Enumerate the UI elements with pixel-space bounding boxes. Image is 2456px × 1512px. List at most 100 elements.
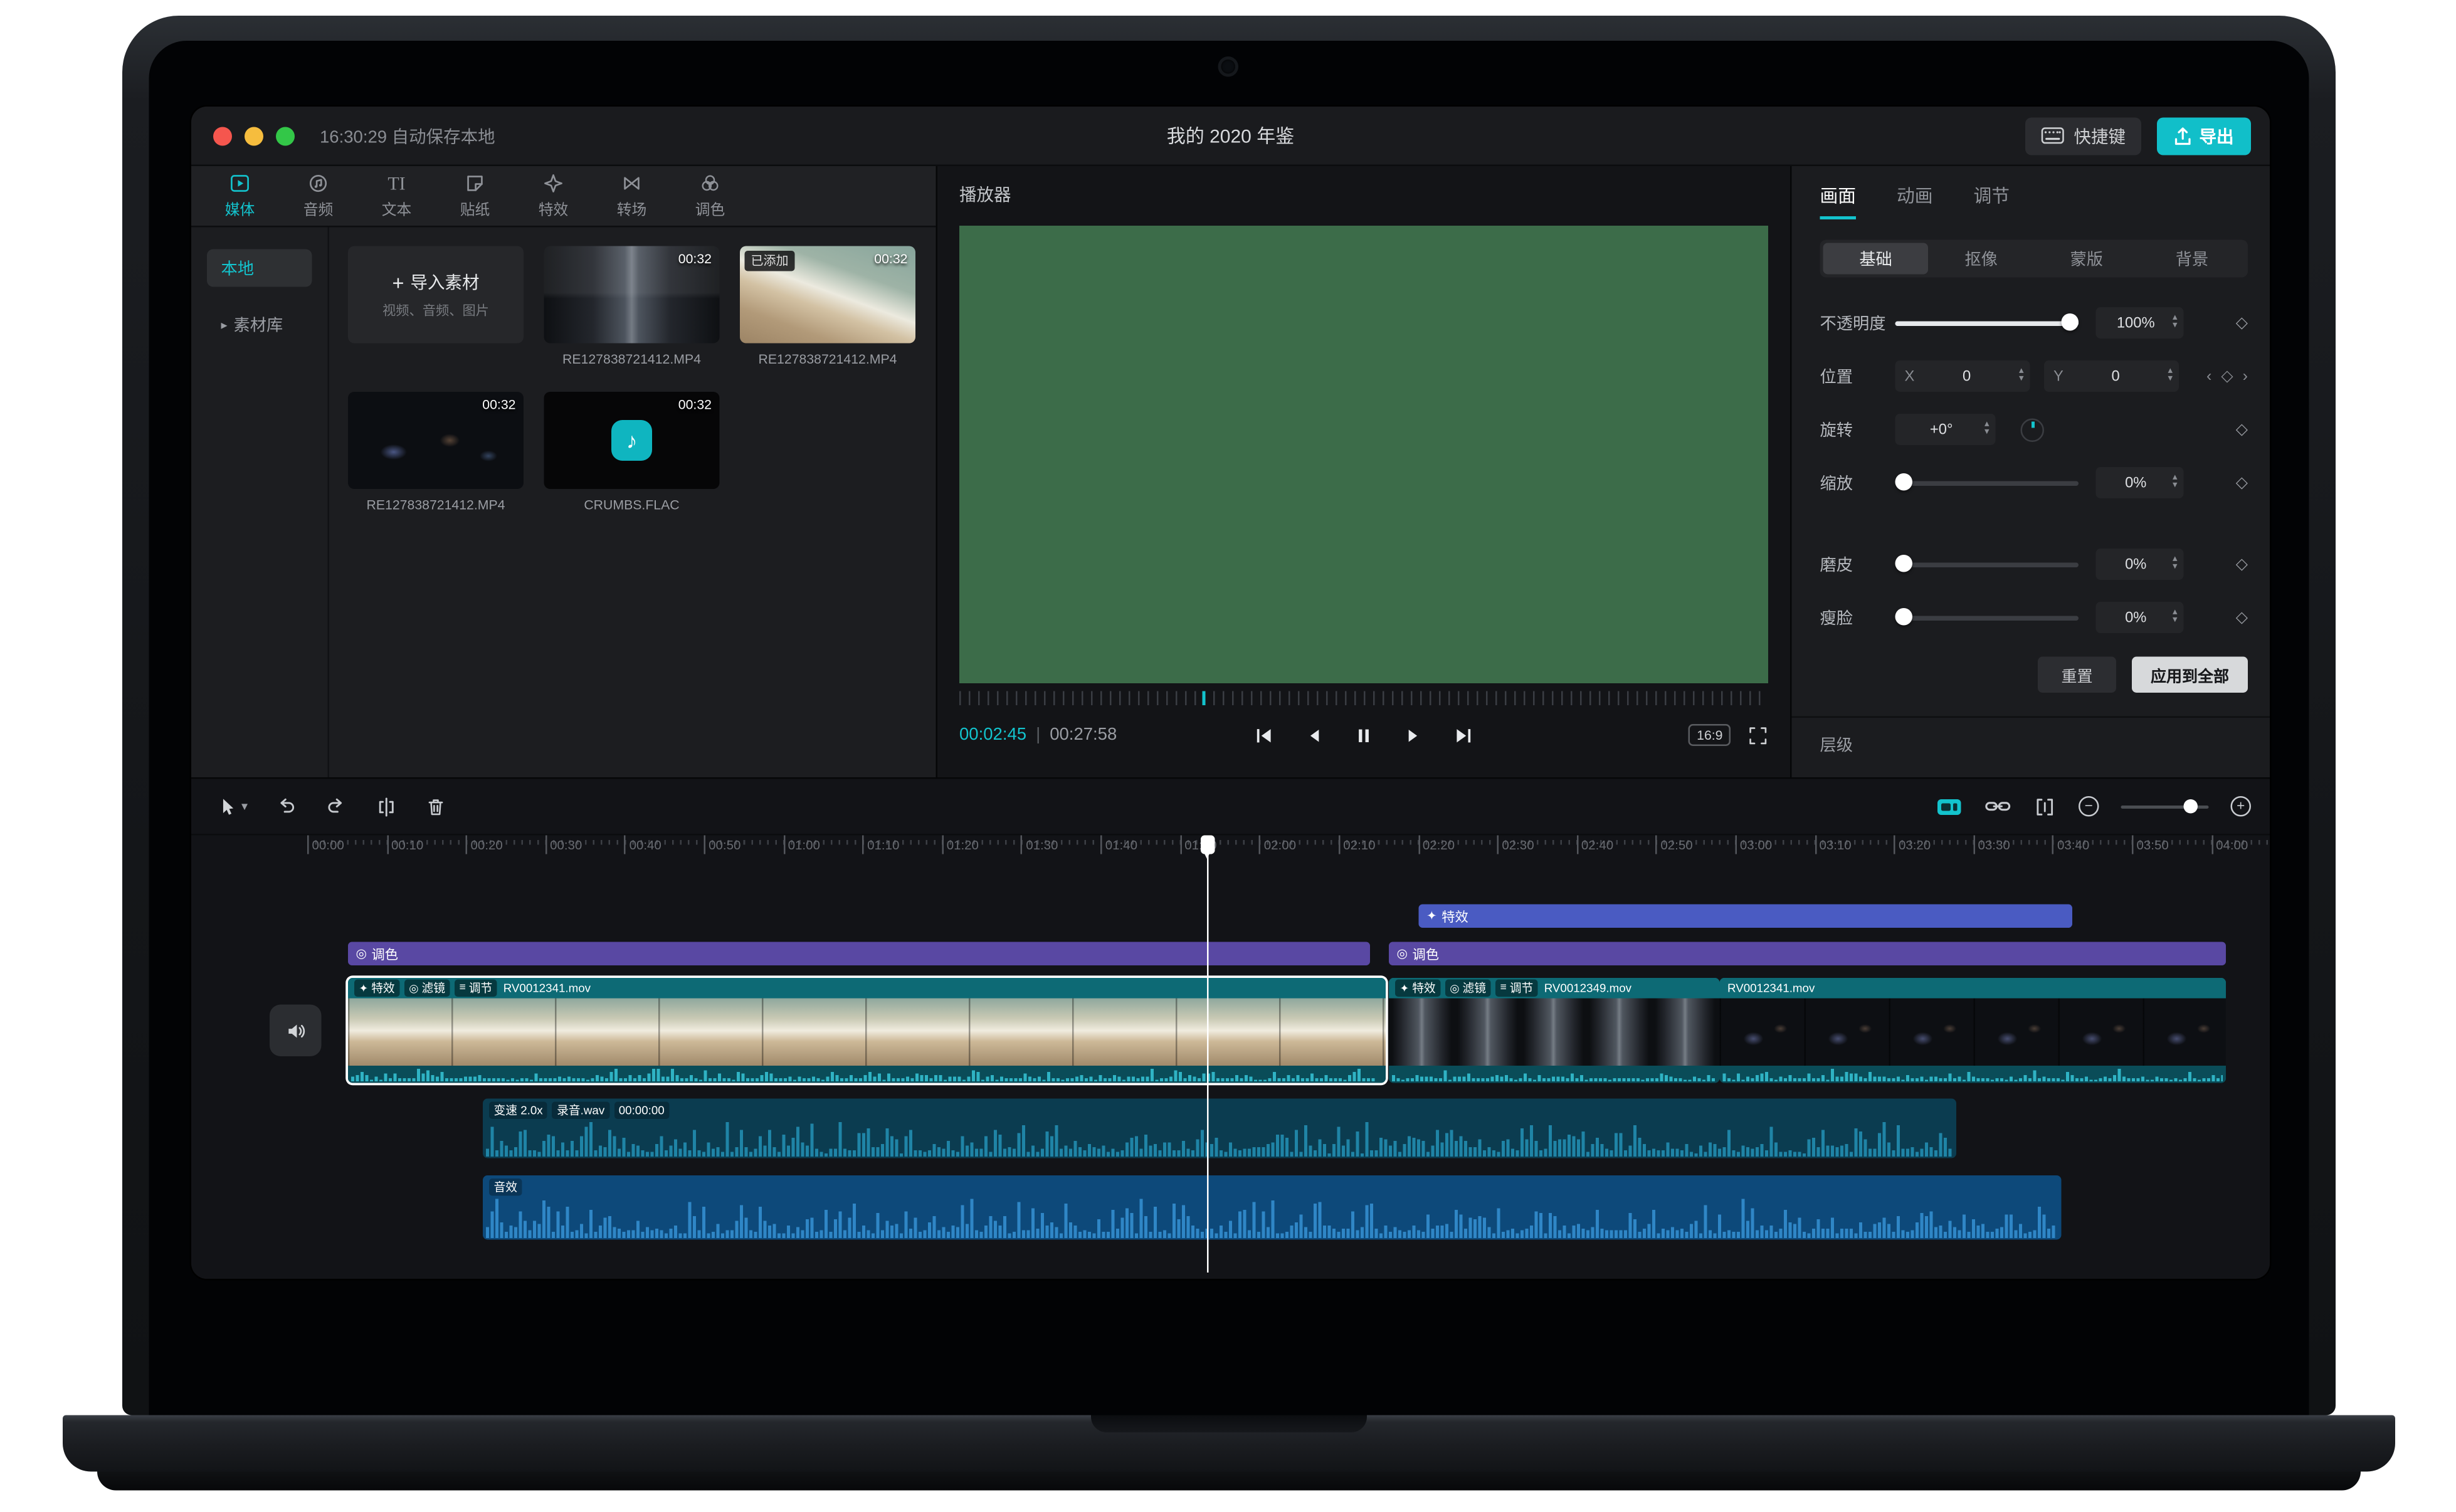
stepper-icon[interactable]: ▴ ▾ [2019, 367, 2024, 384]
media-item[interactable]: 00:32 RE127838721412.MP4 [348, 392, 524, 513]
color-icon: ◎ [1396, 947, 1408, 961]
stepper-icon[interactable]: ▴ ▾ [2173, 313, 2178, 331]
video-thumbnail: 00:32 [544, 246, 720, 344]
keyframe-diamond-icon[interactable]: ◇ [2221, 367, 2233, 385]
duration-badge: 00:32 [678, 396, 712, 412]
tab-media[interactable]: 媒体 [201, 172, 279, 219]
tab-animation[interactable]: 动画 [1897, 184, 1933, 220]
audio-waveform [486, 1196, 2058, 1238]
timeline-zoom-slider[interactable] [2121, 797, 2209, 816]
smooth-skin-slider[interactable] [1895, 549, 2079, 580]
stepper-icon[interactable]: ▴ ▾ [2173, 473, 2178, 491]
subtab-background[interactable]: 背景 [2139, 243, 2245, 275]
color-clip-1[interactable]: ◎ 调色 [348, 942, 1370, 965]
preview-canvas[interactable] [959, 226, 1768, 683]
previous-frame-button[interactable] [1304, 725, 1324, 745]
fullscreen-button[interactable] [1748, 725, 1769, 745]
position-x-field[interactable]: X 0 ▴ ▾ [1895, 360, 2030, 392]
subtab-keying[interactable]: 抠像 [1929, 243, 2034, 275]
maximize-window-button[interactable] [276, 126, 295, 145]
keyframe-diamond-icon[interactable]: ◇ [2236, 474, 2248, 491]
player-panel: 播放器 00:02:45 | 00:27:58 16:9 [937, 166, 1792, 777]
track-mute-button[interactable] [270, 1004, 322, 1056]
stepper-icon[interactable]: ▴ ▾ [2173, 608, 2178, 626]
audio-clip-sfx[interactable]: 音效 [483, 1175, 2062, 1240]
redo-button[interactable] [325, 795, 349, 817]
delete-button[interactable] [425, 795, 447, 817]
opacity-slider[interactable] [1895, 307, 2079, 339]
tab-transitions[interactable]: 转场 [593, 172, 671, 219]
timeline-ruler[interactable]: 00:00 00:10 00:20 00:30 00:40 00:50 01:0… [191, 835, 2270, 861]
main-track-magnet-toggle[interactable] [1936, 795, 1963, 817]
rotation-field[interactable]: +0° ▴ ▾ [1895, 414, 1996, 445]
apply-to-all-button[interactable]: 应用到全部 [2132, 656, 2248, 693]
minimize-window-button[interactable] [245, 126, 263, 145]
keyframe-diamond-icon[interactable]: ◇ [2236, 555, 2248, 573]
keyframe-diamond-icon[interactable]: ◇ [2236, 609, 2248, 626]
reset-button[interactable]: 重置 [2038, 656, 2116, 693]
zoom-in-button[interactable]: + [2230, 796, 2251, 817]
media-filename: RE127838721412.MP4 [366, 496, 505, 513]
video-clip-1[interactable]: ✦ 特效 ◎ 滤镜 ≡ 调节 RV0012341.mov [348, 978, 1386, 1083]
skip-start-button[interactable] [1253, 725, 1274, 745]
tab-audio[interactable]: 音频 [279, 172, 357, 219]
zoom-out-button[interactable]: − [2079, 796, 2099, 817]
skip-end-button[interactable] [1454, 725, 1475, 745]
next-frame-button[interactable] [1404, 725, 1425, 745]
keyframe-prev-icon[interactable]: ‹ [2206, 367, 2211, 385]
effect-clip[interactable]: ✦ 特效 [1418, 904, 2072, 928]
media-item[interactable]: 已添加 00:32 RE127838721412.MP4 [740, 246, 915, 367]
export-button[interactable]: 导出 [2157, 117, 2251, 155]
player-scrubber[interactable] [959, 691, 1768, 705]
subtab-basic[interactable]: 基础 [1823, 243, 1929, 275]
smooth-skin-value[interactable]: 0% ▴ ▾ [2095, 549, 2184, 580]
tab-sticker[interactable]: 贴纸 [436, 172, 514, 219]
keyframe-diamond-icon[interactable]: ◇ [2236, 421, 2248, 438]
import-media-card[interactable]: + 导入素材 视频、音频、图片 [348, 246, 524, 367]
audio-thumbnail: 00:32 ♪ [544, 392, 720, 489]
video-clip-2[interactable]: ✦ 特效 ◎ 滤镜 ≡ 调节 RV0012349.mov [1389, 978, 1720, 1083]
tab-picture[interactable]: 画面 [1820, 184, 1856, 219]
slim-face-slider[interactable] [1895, 602, 2079, 633]
stepper-icon[interactable]: ▴ ▾ [2168, 367, 2173, 384]
preview-axis-toggle[interactable] [2033, 795, 2057, 817]
aspect-ratio-button[interactable]: 16:9 [1689, 724, 1731, 746]
select-tool-button[interactable]: ▾ [216, 795, 248, 817]
keyframe-next-icon[interactable]: › [2243, 367, 2248, 385]
sidebar-item-local[interactable]: 本地 [207, 249, 312, 287]
link-toggle[interactable] [1984, 796, 2011, 817]
keyframe-diamond-icon[interactable]: ◇ [2236, 314, 2248, 332]
shortcuts-button[interactable]: 快捷键 [2025, 117, 2141, 155]
media-filename: RE127838721412.MP4 [562, 351, 701, 367]
stepper-icon[interactable]: ▴ ▾ [2173, 555, 2178, 572]
duration-badge: 00:32 [678, 251, 712, 266]
rotation-dial[interactable] [2020, 417, 2044, 441]
tab-adjust[interactable]: 调节 [1974, 184, 2010, 220]
color-icon: ◎ [356, 947, 367, 961]
filmstrip [1719, 998, 2226, 1066]
opacity-value[interactable]: 100% ▴ ▾ [2095, 307, 2184, 339]
tab-effects[interactable]: 特效 [514, 172, 593, 219]
pause-button[interactable] [1354, 725, 1374, 745]
tab-text[interactable]: TI 文本 [357, 172, 436, 219]
playhead[interactable] [1201, 835, 1215, 1273]
properties-tabbar: 画面 动画 调节 [1792, 166, 2270, 219]
close-window-button[interactable] [213, 126, 232, 145]
slim-face-value[interactable]: 0% ▴ ▾ [2095, 602, 2184, 633]
undo-button[interactable] [275, 795, 298, 817]
color-clip-2[interactable]: ◎ 调色 [1389, 942, 2226, 965]
scale-slider[interactable] [1895, 467, 2079, 498]
position-y-field[interactable]: Y 0 ▴ ▾ [2044, 360, 2179, 392]
subtab-mask[interactable]: 蒙版 [2034, 243, 2139, 275]
media-item[interactable]: 00:32 RE127838721412.MP4 [544, 246, 720, 367]
audio-clip-recording[interactable]: 变速 2.0x 录音.wav 00:00:00 [483, 1098, 1956, 1158]
stepper-icon[interactable]: ▴ ▾ [1984, 420, 1990, 438]
sidebar-item-library[interactable]: ▸ 素材库 [207, 306, 312, 344]
video-clip-3[interactable]: RV0012341.mov [1719, 978, 2226, 1083]
scale-row: 缩放 0% ▴ ▾ ◇ [1820, 466, 2248, 500]
scale-value[interactable]: 0% ▴ ▾ [2095, 467, 2184, 498]
tab-color[interactable]: 调色 [671, 172, 749, 219]
clip-audio-waveform [1719, 1066, 2226, 1083]
media-item[interactable]: 00:32 ♪ CRUMBS.FLAC [544, 392, 720, 513]
split-clip-button[interactable] [375, 795, 399, 817]
